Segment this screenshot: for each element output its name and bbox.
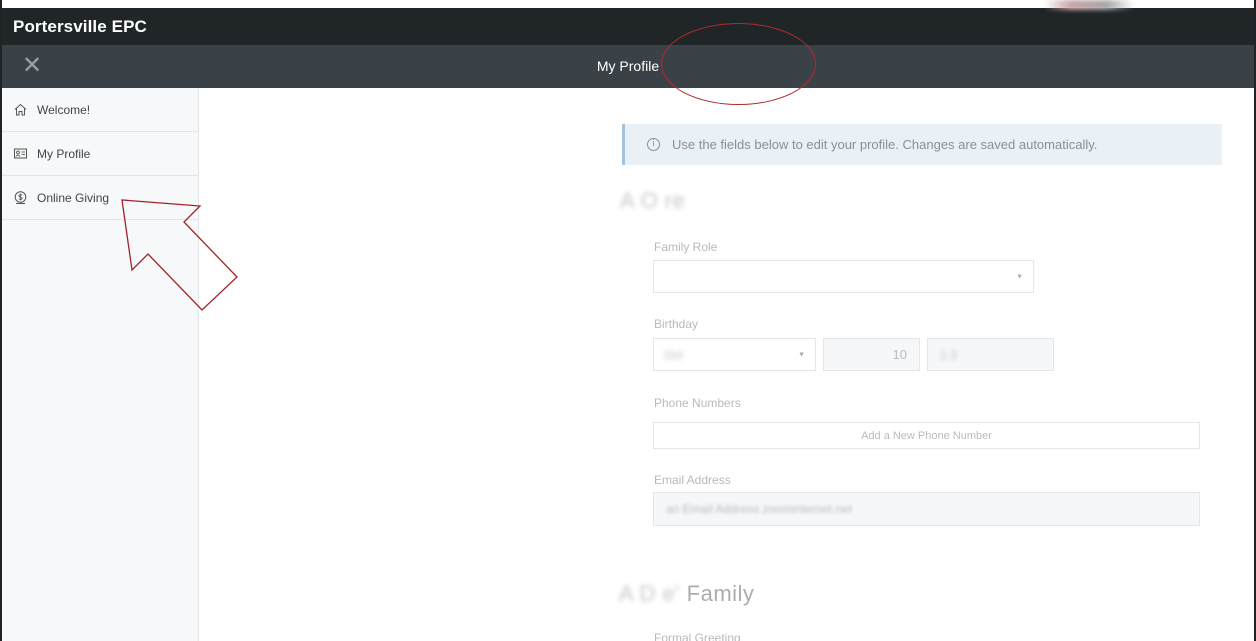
- family-heading: A D e' Family: [619, 581, 754, 607]
- add-phone-button-label: Add a New Phone Number: [861, 429, 992, 442]
- family-role-label: Family Role: [654, 240, 718, 254]
- birthday-day-input[interactable]: 10: [823, 338, 920, 371]
- add-phone-button[interactable]: Add a New Phone Number: [653, 422, 1200, 449]
- top-bar: Portersville EPC: [2, 0, 1254, 45]
- birthday-year-input[interactable]: 1 3: [927, 338, 1054, 371]
- sidebar: Welcome! My Profile Online Giving: [2, 88, 199, 641]
- id-card-icon: [14, 147, 27, 160]
- email-field[interactable]: an Email Address zoominternet.net: [653, 492, 1200, 526]
- home-icon: [14, 103, 27, 116]
- brand-title: Portersville EPC: [13, 17, 147, 36]
- sidebar-item-label: Online Giving: [37, 190, 110, 205]
- sidebar-item-welcome[interactable]: Welcome!: [2, 88, 198, 132]
- chevron-down-icon: ▼: [798, 351, 805, 358]
- phone-numbers-label: Phone Numbers: [654, 396, 741, 410]
- nav-bar: ✕ My Profile: [2, 45, 1254, 88]
- info-message: Use the fields below to edit your profil…: [672, 137, 1098, 152]
- info-icon: i: [647, 138, 660, 151]
- sidebar-item-online-giving[interactable]: Online Giving: [2, 176, 198, 220]
- birthday-year-value: 1 3: [940, 347, 957, 362]
- chevron-down-icon: ▼: [1016, 273, 1023, 280]
- page-title: My Profile: [596, 58, 660, 74]
- profile-content: i Use the fields below to edit your prof…: [199, 88, 1254, 641]
- app-window: Portersville EPC ✕ My Profile Welcome! M…: [0, 0, 1256, 641]
- birthday-label: Birthday: [654, 317, 699, 331]
- sidebar-item-label: My Profile: [37, 146, 91, 161]
- screenshot-artifact: [1044, 0, 1134, 10]
- formal-greeting-label: Formal Greeting: [654, 631, 741, 641]
- person-name-heading: A O re: [620, 188, 686, 213]
- family-role-select[interactable]: ▼: [653, 260, 1034, 293]
- email-value: an Email Address zoominternet.net: [666, 502, 853, 516]
- info-banner: i Use the fields below to edit your prof…: [622, 124, 1222, 165]
- family-heading-suffix: Family: [686, 581, 755, 606]
- sidebar-item-my-profile[interactable]: My Profile: [2, 132, 198, 176]
- sidebar-item-label: Welcome!: [37, 102, 91, 117]
- birthday-day-value: 10: [892, 347, 907, 362]
- email-address-label: Email Address: [654, 473, 731, 487]
- money-bag-icon: [14, 191, 27, 204]
- birthday-month-select[interactable]: Oct ▼: [653, 338, 816, 371]
- family-name: A D e': [619, 581, 681, 606]
- birthday-month-value: Oct: [664, 347, 683, 362]
